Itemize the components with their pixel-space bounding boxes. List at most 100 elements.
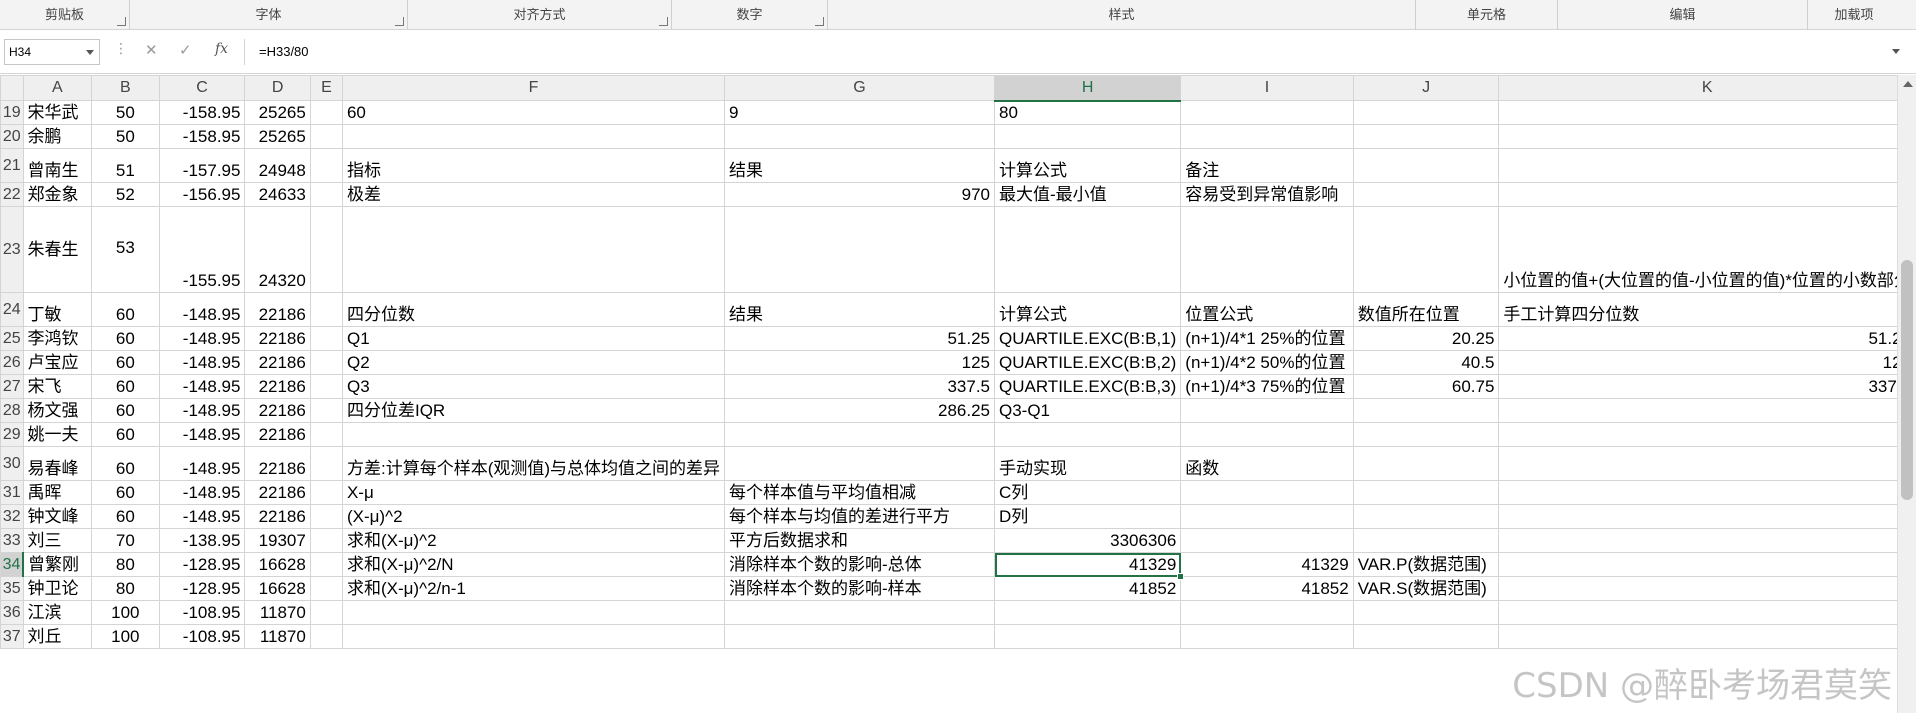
cell-d28[interactable]: 22186 [244,398,311,423]
cell-i34[interactable]: 41329 [1180,552,1354,577]
cell-b36[interactable]: 100 [91,600,160,625]
column-header-b[interactable]: B [91,75,160,101]
name-box[interactable]: H34 [4,39,100,65]
vertical-scrollbar[interactable] [1897,75,1916,713]
cell-h36[interactable] [993,600,1182,625]
cell-k37[interactable] [1498,624,1916,649]
cell-d22[interactable]: 24633 [244,182,311,207]
cell-d32[interactable]: 22186 [244,504,311,529]
cell-f25[interactable]: Q1 [341,326,726,351]
row-header-19[interactable]: 19 [0,100,24,125]
cell-f24[interactable]: 四分位数 [341,292,726,327]
cell-b19[interactable]: 50 [91,100,160,125]
cell-b27[interactable]: 60 [91,374,160,399]
cell-d25[interactable]: 22186 [244,326,311,351]
scroll-up-icon[interactable] [1903,81,1913,87]
cell-k23[interactable]: 小位置的值+(大位置的值-小位置的值)*位置的小数部分 [1498,206,1916,293]
cell-i32[interactable] [1180,504,1354,529]
cell-e33[interactable] [309,528,343,553]
row-header-34[interactable]: 34 [0,552,25,577]
cell-k31[interactable] [1498,480,1916,505]
cell-a21[interactable]: 曾南生 [22,148,93,183]
cell-c20[interactable]: -158.95 [158,124,246,149]
cell-c32[interactable]: -148.95 [158,504,246,529]
cell-f30[interactable]: 方差:计算每个样本(观测值)与总体均值之间的差异 [341,446,726,481]
cell-h32[interactable]: D列 [993,504,1182,529]
cell-f34[interactable]: 求和(X-μ)^2/N [341,552,726,577]
cell-e35[interactable] [309,576,343,601]
cell-k30[interactable] [1498,446,1916,481]
cell-h34[interactable]: 41329 [993,552,1185,580]
cell-h31[interactable]: C列 [993,480,1182,505]
column-header-d[interactable]: D [244,75,311,101]
cell-j36[interactable] [1352,600,1500,625]
row-header-31[interactable]: 31 [0,480,24,505]
cell-b32[interactable]: 60 [91,504,160,529]
cell-g25[interactable]: 51.25 [724,326,995,351]
cell-b26[interactable]: 60 [91,350,160,375]
cell-i28[interactable] [1180,398,1354,423]
cell-k19[interactable] [1498,100,1916,125]
cell-e22[interactable] [309,182,343,207]
row-header-23[interactable]: 23 [0,206,24,293]
cell-h29[interactable] [993,422,1182,447]
cell-h26[interactable]: QUARTILE.EXC(B:B,2) [993,350,1182,375]
cell-g20[interactable] [724,124,995,149]
cell-c31[interactable]: -148.95 [158,480,246,505]
cell-b37[interactable]: 100 [91,624,160,649]
row-header-22[interactable]: 22 [0,182,24,207]
row-header-36[interactable]: 36 [0,600,24,625]
cell-e37[interactable] [309,624,343,649]
cell-k25[interactable]: 51.25 [1498,326,1916,351]
row-header-26[interactable]: 26 [0,350,24,375]
cell-a32[interactable]: 钟文峰 [22,504,93,529]
cell-c36[interactable]: -108.95 [158,600,246,625]
insert-function-icon[interactable]: fx [215,41,228,57]
cell-f27[interactable]: Q3 [341,374,726,399]
cell-g37[interactable] [724,624,995,649]
chevron-down-icon[interactable] [86,50,94,55]
cell-i26[interactable]: (n+1)/4*2 50%的位置 [1180,350,1354,375]
cell-f36[interactable] [341,600,726,625]
cell-c35[interactable]: -128.95 [158,576,246,601]
column-header-k[interactable]: K [1498,75,1916,101]
cell-a28[interactable]: 杨文强 [22,398,93,423]
cell-b29[interactable]: 60 [91,422,160,447]
cell-e27[interactable] [309,374,343,399]
cell-a26[interactable]: 卢宝应 [22,350,93,375]
cell-a20[interactable]: 余鹏 [22,124,93,149]
cell-e32[interactable] [309,504,343,529]
cell-b22[interactable]: 52 [91,182,160,207]
column-header-g[interactable]: G [724,75,995,101]
cell-c34[interactable]: -128.95 [158,552,246,577]
row-header-28[interactable]: 28 [0,398,24,423]
select-all-corner[interactable] [0,75,24,101]
cell-j33[interactable] [1352,528,1500,553]
cell-j20[interactable] [1352,124,1500,149]
cell-d21[interactable]: 24948 [244,148,311,183]
cell-f26[interactable]: Q2 [341,350,726,375]
cell-k29[interactable] [1498,422,1916,447]
cell-c27[interactable]: -148.95 [158,374,246,399]
cell-i27[interactable]: (n+1)/4*3 75%的位置 [1180,374,1354,399]
cell-i22[interactable]: 容易受到异常值影响 [1180,182,1354,207]
cell-h21[interactable]: 计算公式 [993,148,1182,183]
cell-c28[interactable]: -148.95 [158,398,246,423]
fill-handle[interactable] [1177,573,1185,580]
column-header-i[interactable]: I [1180,75,1354,101]
cell-e34[interactable] [309,552,343,577]
cell-d27[interactable]: 22186 [244,374,311,399]
cell-d20[interactable]: 25265 [244,124,311,149]
ribbon-group-font[interactable]: 字体 [130,0,408,30]
cell-i21[interactable]: 备注 [1180,148,1354,183]
close-icon[interactable]: ✕ [145,41,158,59]
cell-a33[interactable]: 刘三 [22,528,93,553]
cell-h27[interactable]: QUARTILE.EXC(B:B,3) [993,374,1182,399]
cell-e23[interactable] [309,206,343,293]
cell-h30[interactable]: 手动实现 [993,446,1182,481]
cell-e30[interactable] [309,446,343,481]
cell-i33[interactable] [1180,528,1354,553]
cell-k20[interactable] [1498,124,1916,149]
cell-a24[interactable]: 丁敏 [22,292,93,327]
row-header-35[interactable]: 35 [0,576,24,601]
